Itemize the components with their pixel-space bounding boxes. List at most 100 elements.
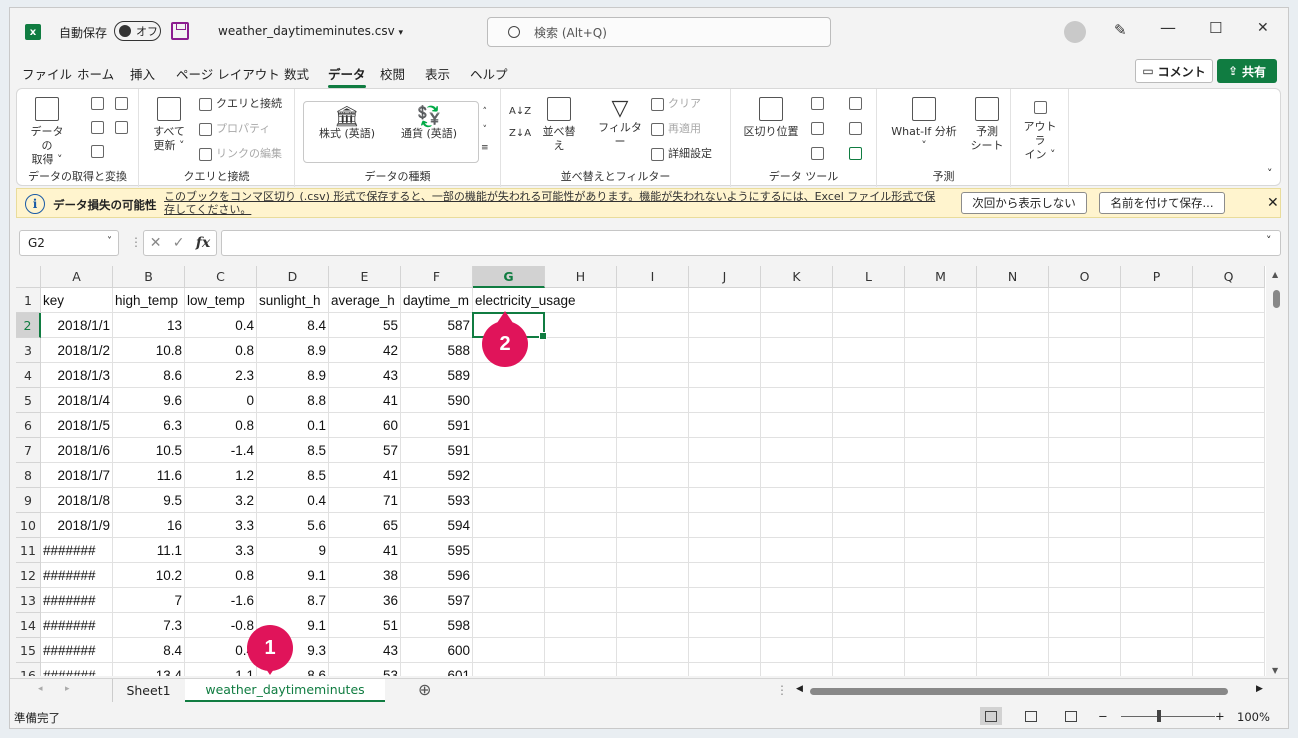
cell-n5[interactable] [977, 388, 1049, 413]
cell-o1[interactable] [1049, 288, 1121, 313]
cell-g16[interactable] [473, 663, 545, 676]
cell-f7[interactable]: 591 [401, 438, 473, 463]
zoom-level[interactable]: 100% [1237, 710, 1270, 724]
scroll-left-icon[interactable]: ◀ [796, 684, 803, 694]
zoom-knob[interactable] [1157, 710, 1161, 722]
comment-button[interactable]: ▭ コメント [1135, 59, 1213, 83]
column-header-c[interactable]: C [185, 266, 257, 288]
cell-j12[interactable] [689, 563, 761, 588]
cell-f6[interactable]: 591 [401, 413, 473, 438]
cell-i9[interactable] [617, 488, 689, 513]
cell-o3[interactable] [1049, 338, 1121, 363]
cell-g9[interactable] [473, 488, 545, 513]
row-header-4[interactable]: 4 [16, 363, 41, 388]
cell-c7[interactable]: -1.4 [185, 438, 257, 463]
cell-e10[interactable]: 65 [329, 513, 401, 538]
cell-l14[interactable] [833, 613, 905, 638]
cell-g12[interactable] [473, 563, 545, 588]
cell-f10[interactable]: 594 [401, 513, 473, 538]
cell-l9[interactable] [833, 488, 905, 513]
cell-q16[interactable] [1193, 663, 1265, 676]
cell-f14[interactable]: 598 [401, 613, 473, 638]
cell-k10[interactable] [761, 513, 833, 538]
flash-fill-icon[interactable] [811, 97, 824, 110]
cell-b5[interactable]: 9.6 [113, 388, 185, 413]
cell-j3[interactable] [689, 338, 761, 363]
scroll-up-icon[interactable]: ▲ [1272, 270, 1278, 279]
cell-h5[interactable] [545, 388, 617, 413]
cell-e12[interactable]: 38 [329, 563, 401, 588]
cell-g1[interactable]: electricity_usage [473, 288, 576, 313]
cell-o16[interactable] [1049, 663, 1121, 676]
column-header-k[interactable]: K [761, 266, 833, 288]
row-header-13[interactable]: 13 [16, 588, 41, 613]
cell-a10[interactable]: 2018/1/9 [41, 513, 113, 538]
cell-h11[interactable] [545, 538, 617, 563]
cell-b7[interactable]: 10.5 [113, 438, 185, 463]
minimize-button[interactable]: — [1160, 18, 1176, 37]
row-header-14[interactable]: 14 [16, 613, 41, 638]
cell-m8[interactable] [905, 463, 977, 488]
column-header-a[interactable]: A [41, 266, 113, 288]
cell-p3[interactable] [1121, 338, 1193, 363]
cell-q14[interactable] [1193, 613, 1265, 638]
cell-j11[interactable] [689, 538, 761, 563]
scroll-thumb[interactable] [1273, 290, 1280, 308]
cell-m2[interactable] [905, 313, 977, 338]
cell-m1[interactable] [905, 288, 977, 313]
cell-i10[interactable] [617, 513, 689, 538]
cell-f16[interactable]: 601 [401, 663, 473, 676]
cell-k3[interactable] [761, 338, 833, 363]
column-header-o[interactable]: O [1049, 266, 1121, 288]
cell-i5[interactable] [617, 388, 689, 413]
cell-i16[interactable] [617, 663, 689, 676]
zoom-slider[interactable] [1121, 716, 1215, 717]
cell-o2[interactable] [1049, 313, 1121, 338]
cell-b1[interactable]: high_temp [113, 288, 185, 313]
cell-o4[interactable] [1049, 363, 1121, 388]
page-layout-view-button[interactable] [1020, 707, 1042, 725]
cell-h8[interactable] [545, 463, 617, 488]
cell-l16[interactable] [833, 663, 905, 676]
vertical-scrollbar[interactable]: ▲ ▼ [1270, 266, 1282, 678]
cell-f1[interactable]: daytime_m [401, 288, 473, 313]
tab-data[interactable]: データ [328, 64, 366, 88]
cell-n8[interactable] [977, 463, 1049, 488]
tab-review[interactable]: 校閲 [380, 64, 405, 83]
cell-c5[interactable]: 0 [185, 388, 257, 413]
cell-n15[interactable] [977, 638, 1049, 663]
cell-q1[interactable] [1193, 288, 1265, 313]
cell-c6[interactable]: 0.8 [185, 413, 257, 438]
cell-f12[interactable]: 596 [401, 563, 473, 588]
cell-g8[interactable] [473, 463, 545, 488]
cell-l2[interactable] [833, 313, 905, 338]
cell-m3[interactable] [905, 338, 977, 363]
cell-i1[interactable] [617, 288, 689, 313]
cell-o6[interactable] [1049, 413, 1121, 438]
tab-formulas[interactable]: 数式 [284, 64, 309, 83]
cell-l3[interactable] [833, 338, 905, 363]
cell-b6[interactable]: 6.3 [113, 413, 185, 438]
cell-l1[interactable] [833, 288, 905, 313]
name-box[interactable]: G2 ˅ [19, 230, 119, 256]
cell-d12[interactable]: 9.1 [257, 563, 329, 588]
cell-q5[interactable] [1193, 388, 1265, 413]
cell-l4[interactable] [833, 363, 905, 388]
cell-c3[interactable]: 0.8 [185, 338, 257, 363]
cell-c11[interactable]: 3.3 [185, 538, 257, 563]
cell-g5[interactable] [473, 388, 545, 413]
cell-n10[interactable] [977, 513, 1049, 538]
cell-c4[interactable]: 2.3 [185, 363, 257, 388]
sheet-tab-sheet1[interactable]: Sheet1 [112, 679, 184, 702]
cell-n3[interactable] [977, 338, 1049, 363]
cell-n9[interactable] [977, 488, 1049, 513]
tab-insert[interactable]: 挿入 [130, 64, 155, 83]
cell-d10[interactable]: 5.6 [257, 513, 329, 538]
existing-connections-icon[interactable] [115, 121, 128, 134]
cell-e11[interactable]: 41 [329, 538, 401, 563]
cell-e2[interactable]: 55 [329, 313, 401, 338]
cell-p2[interactable] [1121, 313, 1193, 338]
cell-j9[interactable] [689, 488, 761, 513]
cell-a3[interactable]: 2018/1/2 [41, 338, 113, 363]
row-header-15[interactable]: 15 [16, 638, 41, 663]
